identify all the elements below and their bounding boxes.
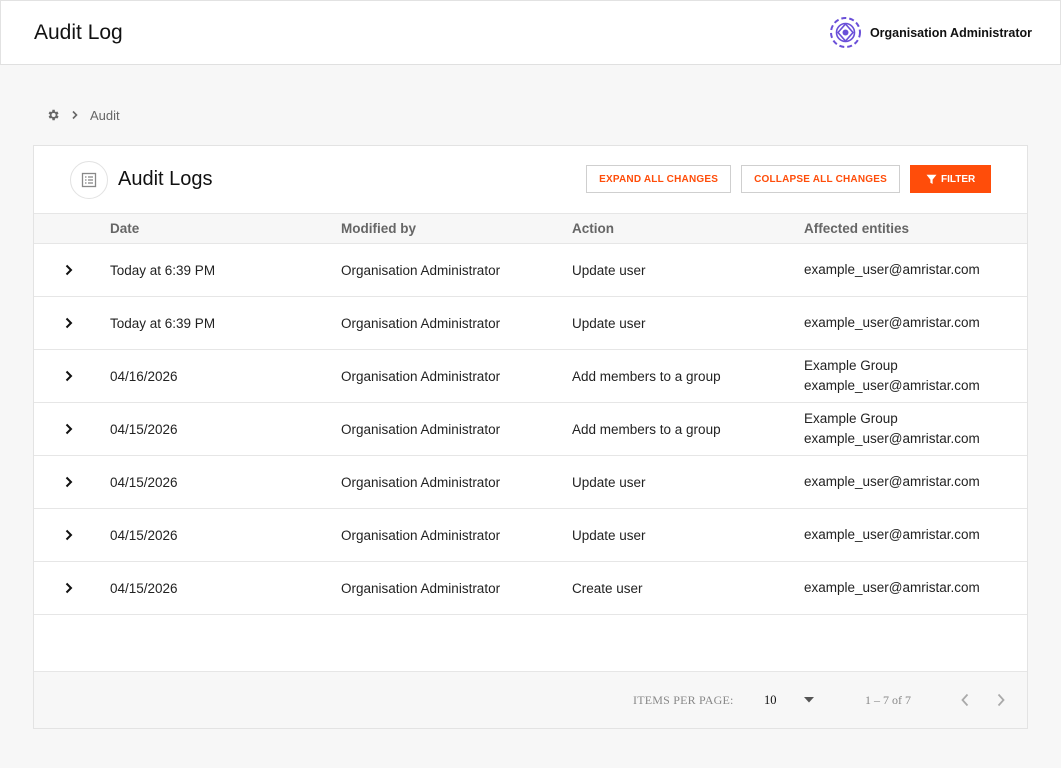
chevron-right-icon xyxy=(65,370,73,382)
row-affected-entities: example_user@amristar.com xyxy=(804,456,980,508)
user-menu[interactable]: Organisation Administrator xyxy=(829,16,1032,49)
row-date: 04/15/2026 xyxy=(110,580,178,596)
entity-item: example_user@amristar.com xyxy=(804,431,980,446)
row-action: Create user xyxy=(572,580,643,596)
chevron-right-icon xyxy=(72,110,78,120)
row-affected-entities: example_user@amristar.com xyxy=(804,509,980,561)
row-action: Update user xyxy=(572,315,646,331)
entity-item: example_user@amristar.com xyxy=(804,262,980,277)
row-affected-entities: example_user@amristar.com xyxy=(804,297,980,349)
table-row[interactable]: 04/15/2026 Organisation Administrator Up… xyxy=(34,509,1027,562)
row-action: Update user xyxy=(572,474,646,490)
row-modified-by: Organisation Administrator xyxy=(341,315,501,331)
chevron-right-icon xyxy=(65,476,73,488)
row-expand-button[interactable] xyxy=(61,314,77,332)
column-header-action[interactable]: Action xyxy=(572,214,614,243)
items-per-page-select[interactable]: 10 xyxy=(764,688,814,712)
chevron-right-icon xyxy=(65,529,73,541)
row-date: Today at 6:39 PM xyxy=(110,315,216,331)
row-affected-entities: example_user@amristar.com xyxy=(804,562,980,614)
card-title: Audit Logs xyxy=(118,168,213,190)
entity-item: example_user@amristar.com xyxy=(804,315,980,330)
gear-icon[interactable] xyxy=(46,108,60,122)
caret-down-icon xyxy=(804,697,814,703)
filter-icon xyxy=(926,174,937,184)
entity-item: Example Group xyxy=(804,358,898,373)
user-name: Organisation Administrator xyxy=(869,25,1032,40)
row-modified-by: Organisation Administrator xyxy=(341,527,501,543)
list-icon xyxy=(81,172,97,187)
row-expand-button[interactable] xyxy=(61,473,77,491)
row-expand-button[interactable] xyxy=(61,367,77,385)
entity-item: example_user@amristar.com xyxy=(804,527,980,542)
entity-item: example_user@amristar.com xyxy=(804,474,980,489)
row-modified-by: Organisation Administrator xyxy=(341,421,501,437)
chevron-right-icon xyxy=(65,423,73,435)
row-date: 04/15/2026 xyxy=(110,474,178,490)
column-header-affected-entities[interactable]: Affected entities xyxy=(804,214,909,243)
entity-item: example_user@amristar.com xyxy=(804,378,980,393)
row-action: Add members to a group xyxy=(572,421,721,437)
app-title: Audit Log xyxy=(34,20,123,44)
filter-label: FILTER xyxy=(941,173,976,185)
row-date: 04/15/2026 xyxy=(110,527,178,543)
card-actions: EXPAND ALL CHANGES COLLAPSE ALL CHANGES … xyxy=(586,165,991,193)
next-page-button[interactable] xyxy=(991,689,1011,711)
organisation-logo-icon xyxy=(829,17,861,48)
table-row[interactable]: Today at 6:39 PM Organisation Administra… xyxy=(34,244,1027,297)
previous-page-button[interactable] xyxy=(955,689,975,711)
audit-logs-card: Audit Logs EXPAND ALL CHANGES COLLAPSE A… xyxy=(33,145,1028,729)
row-modified-by: Organisation Administrator xyxy=(341,262,501,278)
page-range: 1 – 7 of 7 xyxy=(865,693,911,707)
table-row[interactable]: 04/15/2026 Organisation Administrator Ad… xyxy=(34,403,1027,456)
expand-all-button[interactable]: EXPAND ALL CHANGES xyxy=(586,165,732,193)
collapse-all-button[interactable]: COLLAPSE ALL CHANGES xyxy=(741,165,900,193)
row-action: Add members to a group xyxy=(572,368,721,384)
table-row[interactable]: Today at 6:39 PM Organisation Administra… xyxy=(34,297,1027,350)
row-modified-by: Organisation Administrator xyxy=(341,580,501,596)
column-header-date[interactable]: Date xyxy=(110,214,139,243)
row-action: Update user xyxy=(572,527,646,543)
chevron-right-icon xyxy=(997,693,1005,707)
row-expand-button[interactable] xyxy=(61,579,77,597)
entity-item: Example Group xyxy=(804,411,898,426)
row-date: 04/16/2026 xyxy=(110,368,178,384)
table-row[interactable]: 04/15/2026 Organisation Administrator Cr… xyxy=(34,562,1027,615)
row-date: Today at 6:39 PM xyxy=(110,262,216,278)
table-row[interactable]: 04/16/2026 Organisation Administrator Ad… xyxy=(34,350,1027,403)
breadcrumb: Audit xyxy=(46,106,120,124)
row-modified-by: Organisation Administrator xyxy=(341,368,501,384)
card-icon-badge xyxy=(70,160,108,199)
column-header-modified-by[interactable]: Modified by xyxy=(341,214,416,243)
row-expand-button[interactable] xyxy=(61,526,77,544)
row-affected-entities: Example Group example_user@amristar.com xyxy=(804,403,980,455)
card-header: Audit Logs EXPAND ALL CHANGES COLLAPSE A… xyxy=(34,146,1027,213)
row-expand-button[interactable] xyxy=(61,420,77,438)
items-per-page-value: 10 xyxy=(764,692,777,707)
chevron-left-icon xyxy=(961,693,969,707)
chevron-right-icon xyxy=(65,317,73,329)
chevron-right-icon xyxy=(65,264,73,276)
row-action: Update user xyxy=(572,262,646,278)
breadcrumb-current: Audit xyxy=(90,107,120,123)
chevron-right-icon xyxy=(65,582,73,594)
row-modified-by: Organisation Administrator xyxy=(341,474,501,490)
paginator: ITEMS PER PAGE: 10 1 – 7 of 7 xyxy=(34,671,1027,728)
filter-button[interactable]: FILTER xyxy=(910,165,991,193)
row-date: 04/15/2026 xyxy=(110,421,178,437)
table-body: Today at 6:39 PM Organisation Administra… xyxy=(34,244,1027,615)
row-affected-entities: Example Group example_user@amristar.com xyxy=(804,350,980,402)
items-per-page-label: ITEMS PER PAGE: xyxy=(633,693,734,707)
row-expand-button[interactable] xyxy=(61,261,77,279)
table-row[interactable]: 04/15/2026 Organisation Administrator Up… xyxy=(34,456,1027,509)
table-header: Date Modified by Action Affected entitie… xyxy=(34,213,1027,244)
top-bar: Audit Log Organisation Administrator xyxy=(0,0,1061,65)
row-affected-entities: example_user@amristar.com xyxy=(804,244,980,296)
entity-item: example_user@amristar.com xyxy=(804,580,980,595)
